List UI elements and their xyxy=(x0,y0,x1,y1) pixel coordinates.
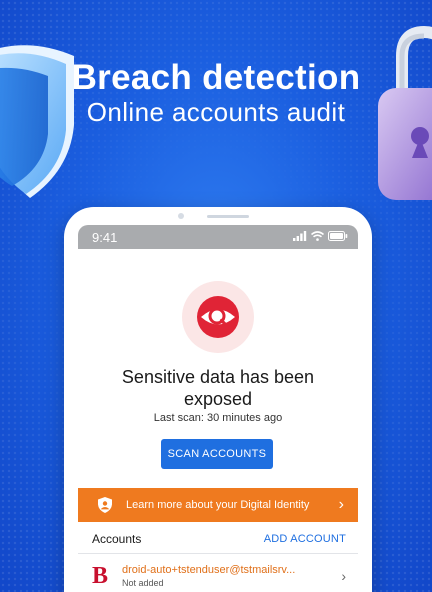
account-status: Not added xyxy=(122,578,164,588)
signal-icon xyxy=(293,231,307,241)
account-email: droid-auto+tstenduser@tstmailsrv... xyxy=(122,564,296,576)
alert-badge xyxy=(78,281,358,353)
status-icons xyxy=(293,231,348,241)
chevron-right-icon: › xyxy=(341,568,346,584)
accounts-header: Accounts ADD ACCOUNT xyxy=(78,524,358,554)
hero-title: Breach detection xyxy=(71,58,361,97)
exposure-heading: Sensitive data has been exposed xyxy=(121,367,315,409)
battery-icon xyxy=(328,231,348,241)
scan-accounts-button[interactable]: SCAN ACCOUNTS xyxy=(161,439,273,469)
account-logo-icon: B xyxy=(92,563,109,589)
identity-shield-icon xyxy=(98,497,112,513)
alert-background xyxy=(182,281,254,353)
banner-text: Learn more about your Digital Identity xyxy=(126,499,310,511)
add-account-button[interactable]: ADD ACCOUNT xyxy=(264,533,346,545)
phone-mockup: 9:41 Sensitive data has been exposed Las… xyxy=(64,207,372,592)
chevron-right-icon: › xyxy=(338,496,344,513)
wifi-icon xyxy=(311,231,324,241)
last-scan-text: Last scan: 30 minutes ago xyxy=(153,412,283,424)
phone-speaker xyxy=(207,215,249,218)
eye-magnifier-icon xyxy=(197,296,239,338)
phone-camera xyxy=(178,213,184,219)
accounts-title: Accounts xyxy=(92,531,142,546)
account-info: droid-auto+tstenduser@tstmailsrv... Not … xyxy=(122,564,335,588)
phone-screen: 9:41 Sensitive data has been exposed Las… xyxy=(78,225,358,592)
status-time: 9:41 xyxy=(92,230,118,245)
status-bar: 9:41 xyxy=(78,225,358,249)
account-row[interactable]: B droid-auto+tstenduser@tstmailsrv... No… xyxy=(78,555,358,592)
hero-subtitle: Online accounts audit xyxy=(86,97,346,127)
digital-identity-banner[interactable]: Learn more about your Digital Identity › xyxy=(78,488,358,522)
